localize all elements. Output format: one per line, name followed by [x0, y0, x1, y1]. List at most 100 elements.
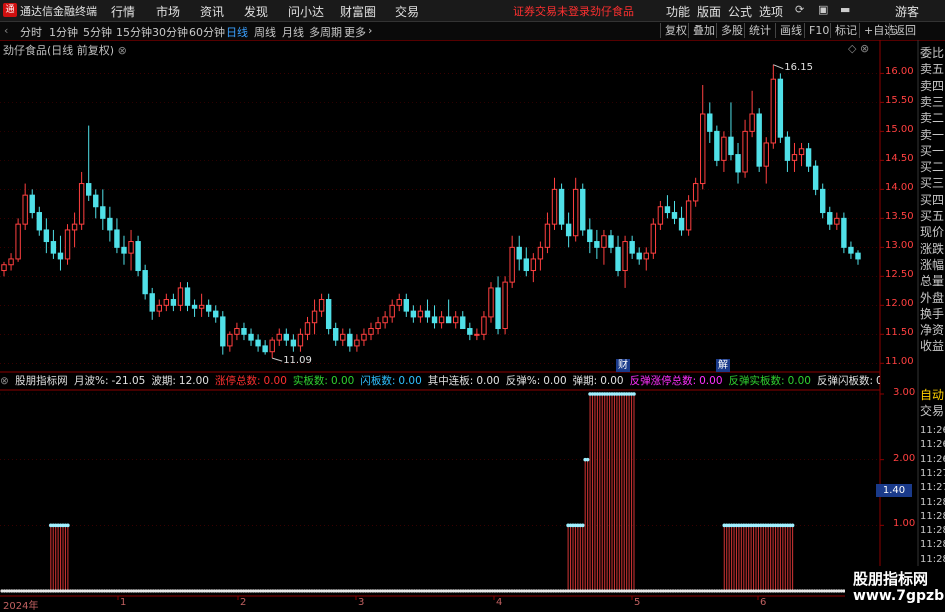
candle: [382, 311, 388, 329]
candle-body: [297, 333, 304, 347]
candle-body: [657, 206, 664, 225]
indicator-field: 实板数: 0.00: [293, 375, 357, 387]
unlock-marker[interactable]: 解: [716, 359, 730, 372]
candle: [685, 195, 692, 236]
side-item[interactable]: 换手: [920, 307, 945, 321]
candle-body: [770, 78, 777, 144]
candle-body: [834, 217, 840, 225]
side-lower-item[interactable]: 交易: [920, 404, 945, 418]
candle-body: [15, 223, 21, 260]
candle: [714, 125, 720, 167]
candle: [78, 171, 85, 230]
candle: [410, 305, 417, 323]
side-item[interactable]: 外盘: [920, 291, 945, 305]
candle: [721, 131, 727, 172]
side-lower-item[interactable]: 自动: [920, 388, 945, 402]
candle-body: [333, 328, 339, 341]
candle: [128, 229, 134, 271]
candle-body: [827, 212, 833, 225]
candle: [333, 322, 339, 346]
candle: [213, 305, 219, 323]
candle-body: [71, 223, 78, 231]
side-item[interactable]: 涨幅: [920, 258, 945, 272]
candle: [368, 322, 374, 341]
candle-body: [798, 148, 805, 156]
candle-body: [848, 246, 854, 254]
candle-body: [714, 130, 720, 161]
indicator-field-label: 反弹实板数:: [728, 375, 785, 387]
side-item[interactable]: 卖三: [920, 95, 945, 109]
indicator-tick-label: 3.00: [893, 387, 916, 398]
candle: [848, 241, 854, 259]
price-tick-label: 12.00: [885, 298, 914, 310]
indicator-name[interactable]: 股朋指标网: [15, 375, 68, 387]
candle: [375, 316, 381, 335]
side-item[interactable]: 现价: [920, 225, 945, 239]
candle: [671, 200, 678, 225]
candle: [57, 235, 64, 271]
candle-body: [78, 183, 85, 225]
candle: [467, 322, 473, 341]
candle-body: [481, 316, 487, 335]
candle-body: [742, 130, 748, 173]
candle-body: [700, 113, 706, 185]
candle: [763, 137, 769, 184]
side-item[interactable]: 总量: [920, 274, 945, 288]
candle: [22, 183, 28, 230]
indicator-field-label: 其中连板:: [427, 375, 474, 387]
side-item[interactable]: 涨跌: [920, 242, 945, 256]
candle-body: [664, 206, 671, 214]
candle-body: [311, 310, 318, 324]
candle: [650, 218, 657, 259]
candle-body: [142, 270, 148, 295]
indicator-settings-icon[interactable]: ⊗: [0, 375, 9, 387]
side-item[interactable]: 卖二: [920, 111, 945, 125]
candle-body: [269, 339, 275, 353]
cursor-value-label: 1.40: [876, 484, 912, 497]
candle: [551, 177, 558, 230]
candle-body: [43, 229, 50, 243]
candle: [354, 334, 360, 352]
side-item[interactable]: 卖一: [920, 128, 945, 142]
candle: [474, 328, 480, 341]
candle: [255, 334, 261, 352]
candle-body: [276, 333, 282, 341]
candle: [791, 142, 798, 172]
side-item[interactable]: 买四: [920, 193, 945, 207]
finance-marker[interactable]: 财: [616, 359, 630, 372]
kline-chart[interactable]: [0, 0, 945, 609]
candle: [798, 142, 805, 167]
side-item[interactable]: 买二: [920, 160, 945, 174]
candle-body: [177, 287, 184, 306]
side-item[interactable]: 卖五: [920, 62, 945, 76]
side-item[interactable]: 收益: [920, 339, 945, 353]
candle-body: [149, 293, 155, 312]
indicator-field-value: 0.00: [787, 375, 811, 387]
candle-body: [728, 136, 734, 156]
candle-body: [431, 316, 438, 324]
side-item[interactable]: 净资: [920, 323, 945, 337]
indicator-field: 波期: 12.00: [151, 375, 212, 387]
candle: [608, 229, 614, 254]
indicator-field-label: 弹期:: [572, 375, 598, 387]
candle-body: [438, 316, 445, 324]
candle: [580, 183, 586, 236]
candle: [834, 212, 840, 230]
side-item[interactable]: 买三: [920, 176, 945, 190]
candle: [107, 206, 113, 242]
candle-body: [721, 136, 727, 161]
side-item[interactable]: 买五: [920, 209, 945, 223]
candle: [417, 305, 424, 323]
candle-body: [756, 113, 762, 167]
candle: [276, 328, 282, 346]
candle: [424, 299, 431, 323]
side-item[interactable]: 卖四: [920, 79, 945, 93]
candle-body: [234, 328, 240, 335]
candle-body: [50, 241, 57, 254]
candle-body: [558, 188, 565, 225]
indicator-field-value: 0.00: [876, 375, 880, 387]
indicator-dot: [632, 392, 636, 396]
side-item[interactable]: 委比: [920, 46, 945, 60]
candle-body: [22, 194, 28, 225]
side-item[interactable]: 买一: [920, 144, 945, 158]
